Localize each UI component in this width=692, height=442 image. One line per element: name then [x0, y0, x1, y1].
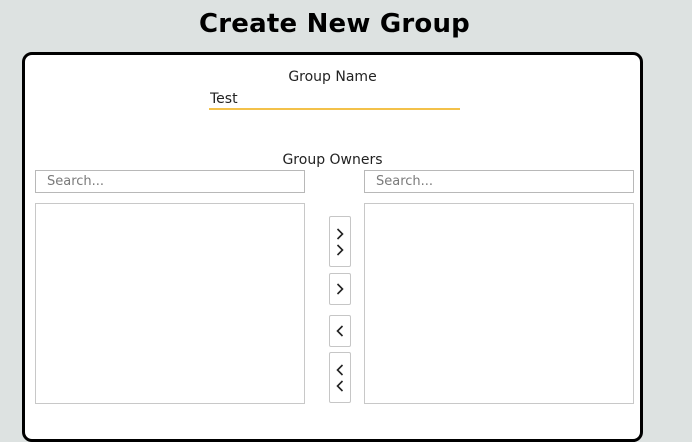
double-chevron-left-icon — [336, 363, 344, 392]
move-all-left-button[interactable] — [329, 352, 351, 403]
chevron-left-icon — [336, 325, 344, 337]
selected-owners-list[interactable] — [364, 203, 634, 404]
move-all-right-button[interactable] — [329, 216, 351, 267]
group-owners-label: Group Owners — [282, 152, 383, 168]
create-group-card: Group Name Group Owners — [22, 52, 643, 442]
selected-owners-search-input[interactable] — [364, 170, 634, 193]
chevron-right-icon — [336, 283, 344, 295]
group-name-label: Group Name — [288, 69, 377, 85]
available-owners-search-input[interactable] — [35, 170, 305, 193]
page-title: Create New Group — [198, 9, 470, 39]
move-selected-left-button[interactable] — [329, 315, 351, 347]
double-chevron-right-icon — [336, 227, 344, 256]
group-name-input[interactable] — [209, 89, 460, 110]
move-selected-right-button[interactable] — [329, 273, 351, 305]
available-owners-list[interactable] — [35, 203, 305, 404]
